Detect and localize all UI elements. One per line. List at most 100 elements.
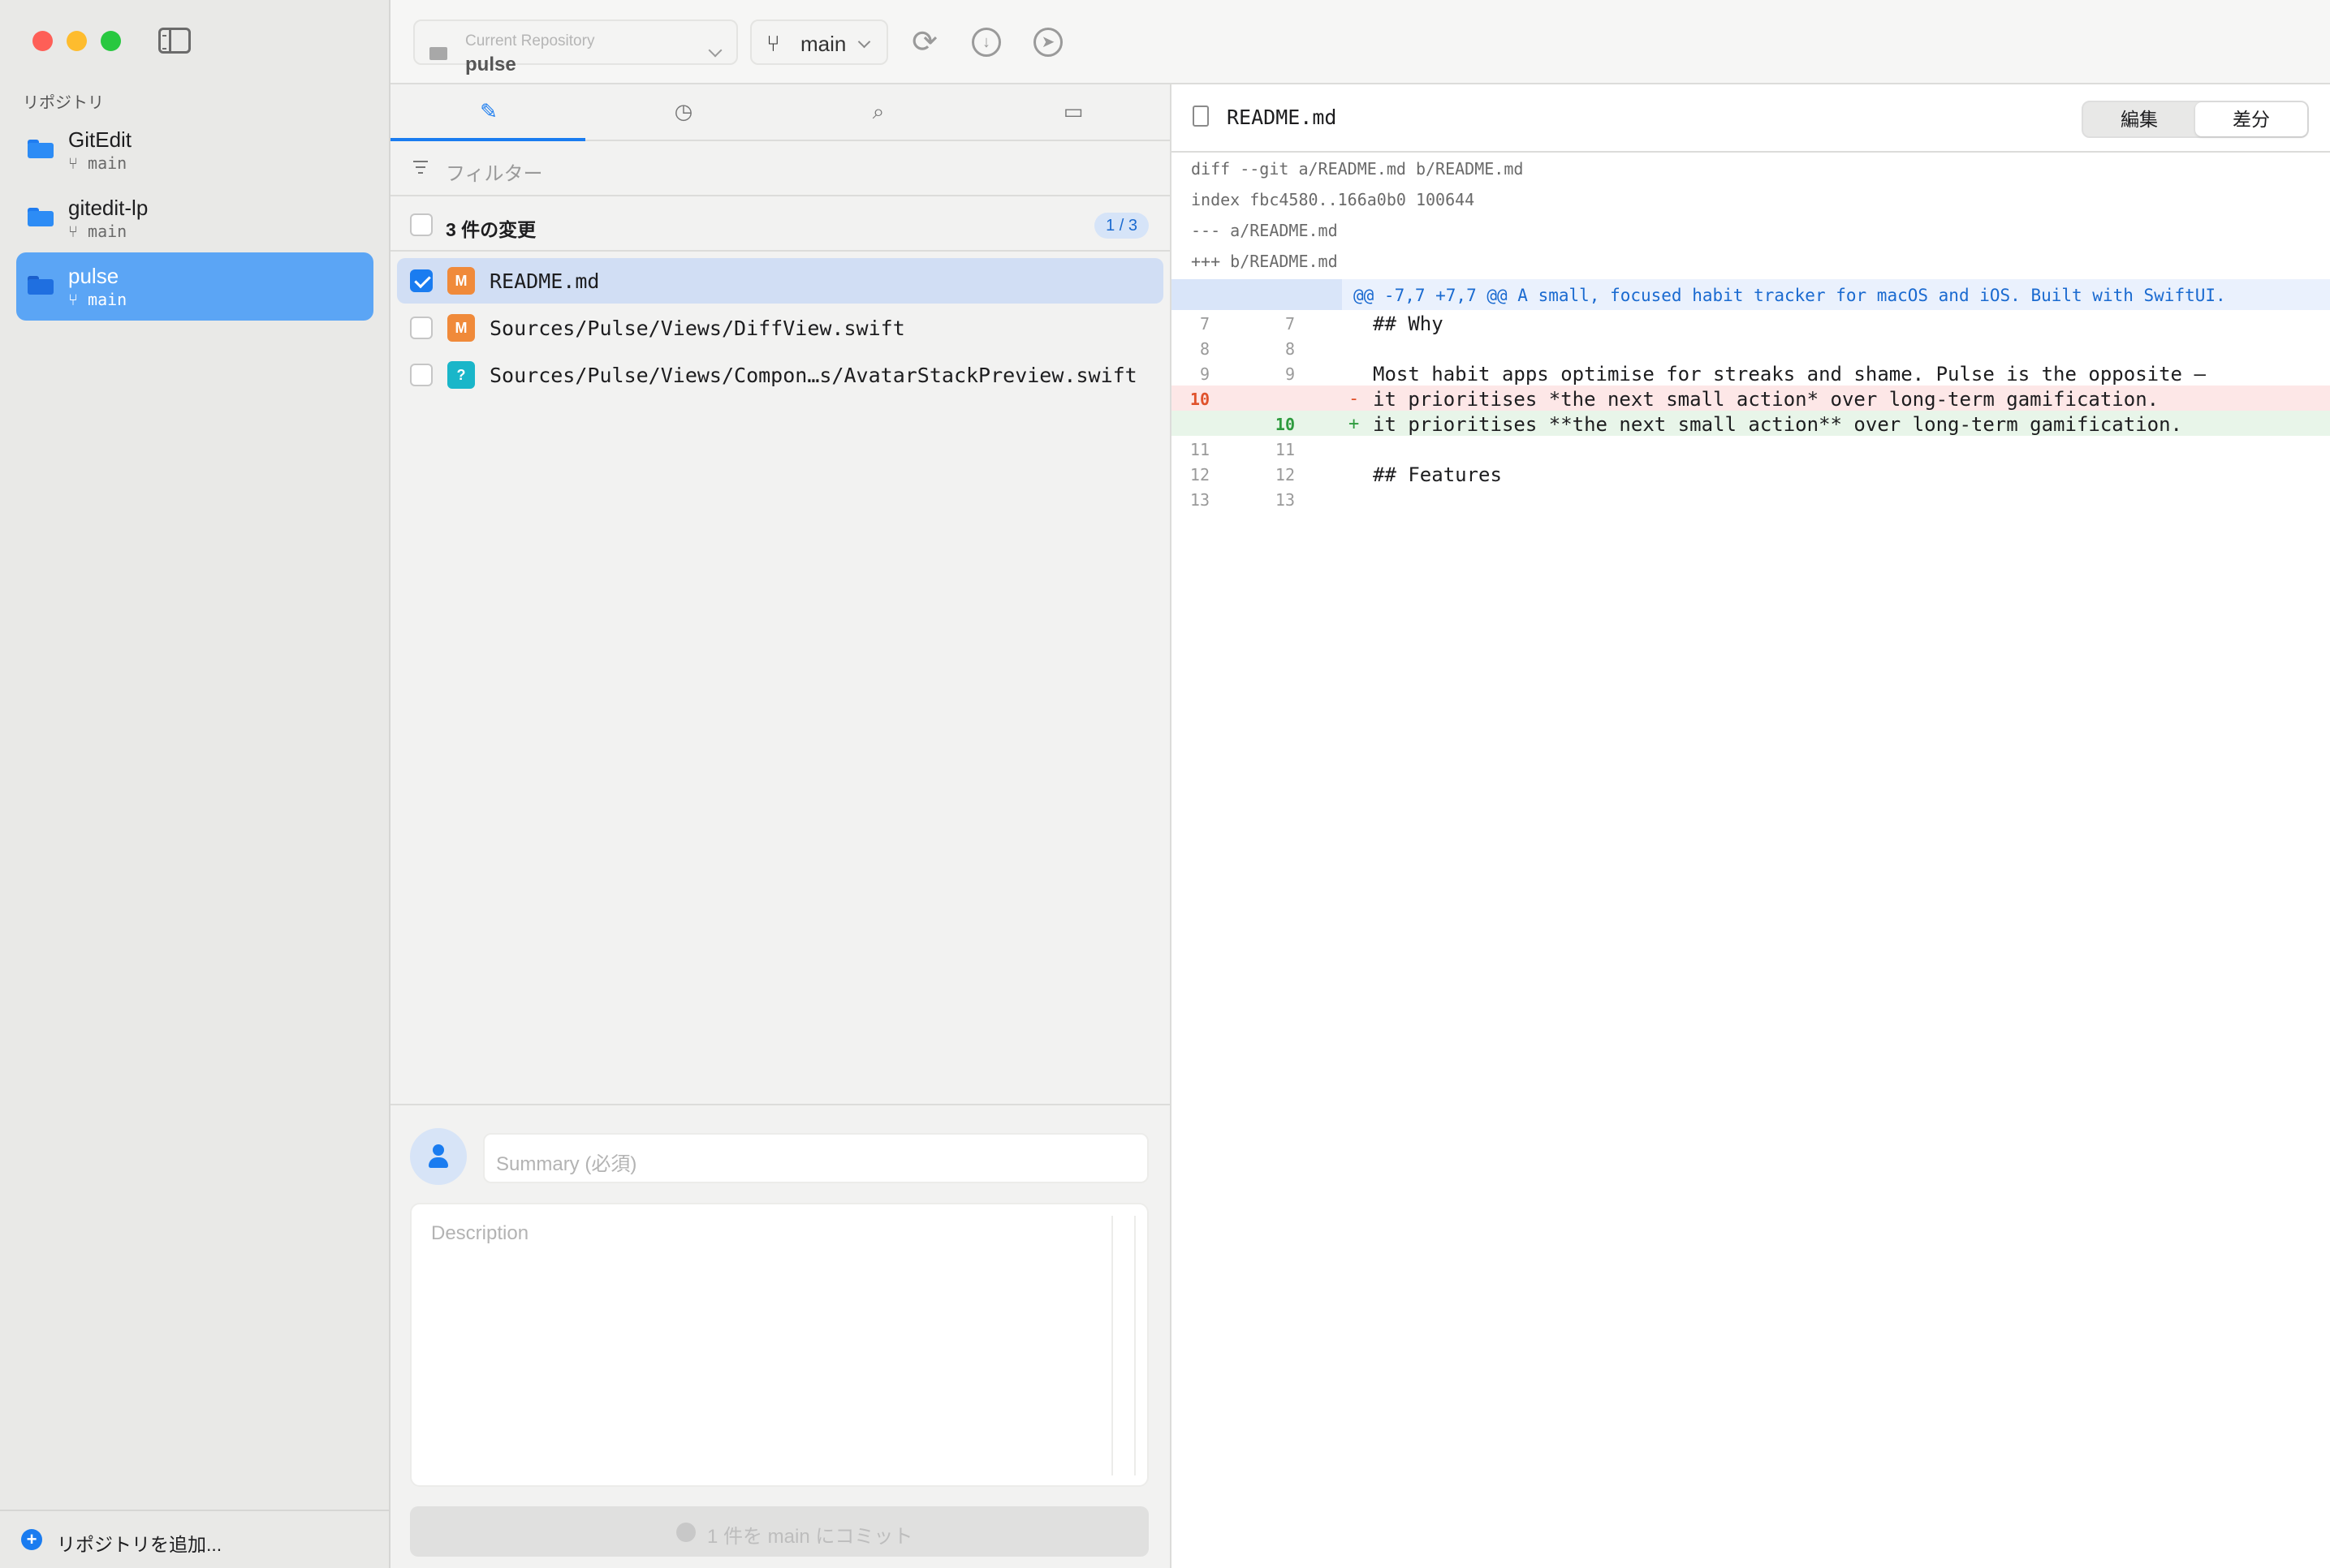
- file-row[interactable]: ? Sources/Pulse/Views/Compon…s/AvatarSta…: [397, 352, 1163, 398]
- repo-item-pulse[interactable]: pulse ⑂ main: [16, 252, 373, 321]
- repo-name: pulse: [68, 264, 119, 288]
- checkmark-icon: [676, 1523, 696, 1542]
- close-window-button[interactable]: [32, 31, 53, 51]
- selected-count-badge: 1 / 3: [1094, 213, 1149, 239]
- diff-line: 8 8: [1171, 335, 2330, 360]
- folder-icon: [28, 205, 54, 226]
- old-line-number: 13: [1189, 490, 1210, 510]
- diff-sign: -: [1348, 389, 1360, 409]
- untracked-badge: ?: [447, 361, 475, 389]
- add-repository-button[interactable]: + リポジトリを追加...: [0, 1510, 389, 1568]
- new-line-number: 13: [1275, 490, 1295, 510]
- diff-line: 9 9 Most habit apps optimise for streaks…: [1171, 360, 2330, 386]
- diff-code: ## Why: [1373, 312, 1443, 335]
- repo-branch: ⑂ main: [68, 290, 127, 309]
- toolbar: Current Repository pulse ⑂ main ⟳ ↓ ➤: [390, 0, 2330, 84]
- chevron-down-icon: [857, 35, 871, 49]
- folder-icon: [28, 137, 54, 158]
- hunk-header-text: @@ -7,7 +7,7 @@ A small, focused habit t…: [1353, 286, 2226, 305]
- file-row[interactable]: M Sources/Pulse/Views/DiffView.swift: [397, 305, 1163, 351]
- file-row[interactable]: M README.md: [397, 258, 1163, 304]
- diff-code: ## Features: [1373, 463, 1502, 486]
- diff-code: Most habit apps optimise for streaks and…: [1373, 363, 2206, 386]
- diff-meta-line: index fbc4580..166a0b0 100644: [1191, 190, 1475, 209]
- modified-badge: M: [447, 267, 475, 295]
- chevron-down-icon: [708, 43, 723, 58]
- hunk-header: @@ -7,7 +7,7 @@ A small, focused habit t…: [1171, 279, 2330, 310]
- new-line-number: 9: [1284, 364, 1295, 384]
- repo-item-gitedit[interactable]: GitEdit ⑂ main: [16, 116, 373, 184]
- file-path: Sources/Pulse/Views/DiffView.swift: [490, 317, 905, 340]
- diff-file-name: README.md: [1227, 106, 1337, 129]
- repo-branch: ⑂ main: [68, 222, 127, 241]
- branch-icon: ⑂: [766, 31, 780, 56]
- diff-code: it prioritises *the next small action* o…: [1373, 388, 2160, 411]
- diff-meta-line: diff --git a/README.md b/README.md: [1191, 159, 1524, 179]
- filter-icon: [413, 161, 428, 178]
- new-line-number: 8: [1284, 339, 1295, 359]
- zoom-window-button[interactable]: [101, 31, 121, 51]
- diff-sign: +: [1348, 414, 1360, 434]
- new-line-number: 11: [1275, 440, 1295, 459]
- tab-changes[interactable]: ✎: [390, 84, 585, 141]
- file-path: Sources/Pulse/Views/Compon…s/AvatarStack…: [490, 364, 1137, 387]
- sidebar-section-title: リポジトリ: [23, 94, 104, 112]
- minimize-window-button[interactable]: [67, 31, 87, 51]
- edit-mode-button[interactable]: 編集: [2083, 102, 2195, 136]
- new-line-number: 12: [1275, 465, 1295, 485]
- diff-line-deleted: 10 - it prioritises *the next small acti…: [1171, 386, 2330, 411]
- changes-panel: ✎ ◷ ⌕ ▭ フィルター 3 件の変更 1 / 3 M README.md M…: [390, 84, 1171, 1568]
- panel-tabs: ✎ ◷ ⌕ ▭: [390, 84, 1170, 141]
- filter-placeholder: フィルター: [446, 163, 543, 185]
- old-line-number: 12: [1189, 465, 1210, 485]
- app-window: リポジトリ GitEdit ⑂ main gitedit-lp ⑂ main p…: [0, 0, 2330, 1568]
- diff-line: 7 7 ## Why: [1171, 310, 2330, 335]
- current-repository-value: pulse: [465, 54, 516, 75]
- repo-list: GitEdit ⑂ main gitedit-lp ⑂ main pulse ⑂…: [16, 116, 373, 321]
- plus-icon: +: [21, 1529, 42, 1550]
- commit-button[interactable]: 1 件を main にコミット: [410, 1506, 1149, 1557]
- old-line-number: 8: [1199, 339, 1210, 359]
- diff-line: 12 12 ## Features: [1171, 461, 2330, 486]
- summary-placeholder: Summary (必須): [496, 1153, 637, 1175]
- tab-search[interactable]: ⌕: [780, 84, 975, 141]
- branch-selector[interactable]: ⑂ main: [750, 19, 888, 65]
- diff-meta-line: --- a/README.md: [1191, 221, 1338, 240]
- diff-meta-line: +++ b/README.md: [1191, 252, 1338, 271]
- sidebar-toggle-icon[interactable]: [158, 28, 191, 54]
- filter-field[interactable]: フィルター: [390, 143, 1170, 196]
- diff-code: it prioritises **the next small action**…: [1373, 413, 2182, 436]
- current-repository-selector[interactable]: Current Repository pulse: [413, 19, 738, 75]
- pencil-icon: ✎: [480, 99, 498, 123]
- new-line-number: 10: [1275, 415, 1295, 434]
- tab-history[interactable]: ◷: [585, 84, 780, 141]
- modified-badge: M: [447, 314, 475, 342]
- commit-button-label: 1 件を main にコミット: [707, 1526, 913, 1548]
- add-repository-label: リポジトリを追加...: [57, 1534, 222, 1555]
- file-checkbox[interactable]: [410, 364, 433, 386]
- search-icon: ⌕: [872, 99, 885, 123]
- repo-name: GitEdit: [68, 127, 132, 152]
- description-input[interactable]: Description: [410, 1203, 1149, 1487]
- pull-icon[interactable]: ↓: [972, 28, 1001, 57]
- push-icon[interactable]: ➤: [1033, 28, 1063, 57]
- file-path: README.md: [490, 269, 600, 293]
- diff-line: 13 13: [1171, 486, 2330, 511]
- description-placeholder: Description: [431, 1222, 529, 1244]
- commit-area: Summary (必須) Description 1 件を main にコミット: [390, 1104, 1170, 1568]
- sync-icon[interactable]: ⟳: [910, 27, 939, 58]
- summary-input[interactable]: Summary (必須): [483, 1133, 1149, 1183]
- diff-mode-button[interactable]: 差分: [2195, 102, 2307, 136]
- repo-item-gitedit-lp[interactable]: gitedit-lp ⑂ main: [16, 184, 373, 252]
- select-all-checkbox[interactable]: [410, 213, 433, 236]
- file-checkbox[interactable]: [410, 317, 433, 339]
- changes-count-label: 3 件の変更: [446, 219, 537, 240]
- old-line-number: 11: [1189, 440, 1210, 459]
- file-checkbox[interactable]: [410, 269, 433, 292]
- new-line-number: 7: [1284, 314, 1295, 334]
- old-line-number: 9: [1199, 364, 1210, 384]
- scrollbar[interactable]: [1111, 1216, 1136, 1475]
- tab-files[interactable]: ▭: [975, 84, 1170, 141]
- document-icon: [1193, 106, 1209, 127]
- avatar: [410, 1128, 467, 1185]
